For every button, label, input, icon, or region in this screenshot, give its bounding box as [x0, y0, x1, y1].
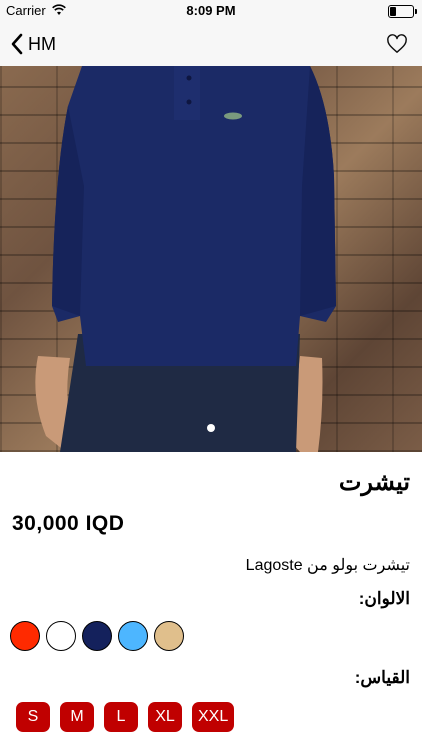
product-image[interactable]: [0, 66, 422, 452]
status-bar: Carrier 8:09 PM: [0, 0, 422, 22]
chevron-left-icon: [11, 33, 23, 55]
size-button[interactable]: L: [104, 702, 138, 732]
color-swatch[interactable]: [154, 621, 184, 651]
navigation-bar: HM: [0, 22, 422, 67]
size-button[interactable]: S: [16, 702, 50, 732]
color-swatch[interactable]: [46, 621, 76, 651]
size-options: S M L XL XXL: [16, 702, 235, 732]
colors-label: الالوان:: [358, 589, 410, 608]
polo-shirt-illustration: [35, 66, 336, 452]
clock: 8:09 PM: [186, 3, 236, 18]
product-price: 30,000 IQD: [12, 512, 125, 535]
battery-icon: [388, 5, 417, 18]
size-button[interactable]: XXL: [192, 702, 235, 732]
color-options: [10, 621, 184, 651]
heart-icon[interactable]: [386, 34, 408, 54]
color-swatch[interactable]: [10, 621, 40, 651]
back-button-label: HM: [28, 33, 56, 54]
size-button[interactable]: XL: [148, 702, 182, 732]
color-swatch[interactable]: [118, 621, 148, 651]
sizes-label: القياس:: [354, 668, 410, 687]
color-swatch[interactable]: [82, 621, 112, 651]
back-button[interactable]: HM: [10, 32, 56, 56]
page-indicator-dot: [207, 424, 215, 432]
size-button[interactable]: M: [60, 702, 94, 732]
product-description: تيشرت بولو من Lagoste: [245, 557, 410, 574]
product-title: تيشرت: [338, 469, 410, 496]
